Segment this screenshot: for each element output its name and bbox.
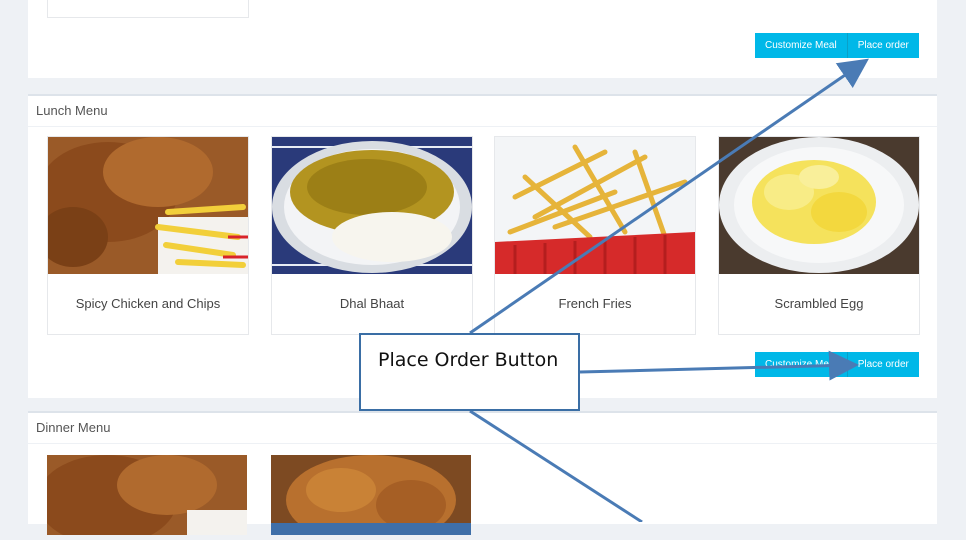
place-order-annotation-box: Place Order Button — [359, 333, 580, 411]
arrow-to-lunch-place-order — [579, 350, 859, 381]
annotation-arrows — [469, 58, 869, 522]
arrow-to-top-place-order — [469, 58, 869, 335]
arrow-to-dinner-place-order — [469, 409, 643, 522]
annotation-label: Place Order Button — [378, 349, 559, 371]
